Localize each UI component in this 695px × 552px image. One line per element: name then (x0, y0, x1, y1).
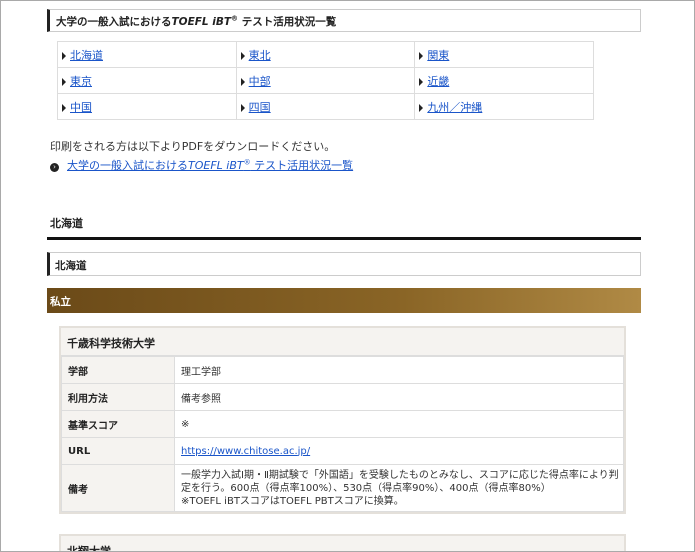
region-cell: 関東 (414, 41, 594, 68)
table-row: 基準スコア ※ (61, 410, 624, 438)
university-url-link[interactable]: https://www.chitose.ac.jp/ (181, 446, 310, 457)
table-row: URL https://www.chitose.ac.jp/ (61, 437, 624, 465)
arrow-right-icon (419, 51, 424, 60)
table-row: 学部 理工学部 (61, 356, 624, 384)
pdf-link-suffix: テスト活用状況一覧 (250, 159, 354, 172)
region-link-shikoku[interactable]: 四国 (249, 101, 271, 114)
region-link-chubu[interactable]: 中部 (249, 75, 271, 88)
university-card: 北翔大学 (59, 534, 626, 551)
row-value: ※ (174, 410, 624, 438)
arrow-right-icon (62, 51, 66, 60)
row-key: 学部 (61, 356, 175, 384)
arrow-right-icon (240, 77, 245, 86)
region-cell: 中部 (235, 67, 416, 94)
print-note: 印刷をされる方は以下よりPDFをダウンロードください。 (50, 140, 336, 153)
university-card: 千歳科学技術大学 学部 理工学部 利用方法 備考参照 基準スコア ※ URL h… (59, 326, 626, 514)
pdf-link-reg-mark: ® (243, 158, 251, 167)
page-title: 大学の一般入試におけるTOEFL iBT® テスト活用状況一覧 (47, 9, 641, 32)
region-cell: 近畿 (414, 67, 594, 94)
remarks-note: ※TOEFL iBTスコアはTOEFL PBTスコアに換算。 (181, 495, 404, 507)
region-cell: 北海道 (57, 41, 237, 68)
title-reg-mark: ® (231, 14, 239, 23)
row-key: 基準スコア (61, 410, 175, 438)
arrow-right-icon (62, 103, 66, 112)
subsection-heading: 北海道 (47, 252, 641, 276)
arrow-right-icon (62, 77, 66, 86)
title-brand: TOEFL iBT (171, 16, 232, 28)
row-key: 備考 (61, 464, 175, 512)
pdf-download-row: › 大学の一般入試におけるTOEFL iBT® テスト活用状況一覧 (50, 157, 641, 173)
table-row: 備考 一般学力入試Ⅰ期・Ⅱ期試験で「外国語」を受験したものとみなし、スコアに応じ… (61, 464, 624, 512)
region-link-chugoku[interactable]: 中国 (70, 101, 92, 114)
row-value: 備考参照 (174, 383, 624, 411)
university-name: 千歳科学技術大学 (61, 328, 624, 356)
region-cell: 東北 (235, 41, 416, 68)
pdf-download-link[interactable]: 大学の一般入試におけるTOEFL iBT® テスト活用状況一覧 (67, 158, 354, 172)
title-prefix: 大学の一般入試における (56, 16, 172, 28)
row-value: https://www.chitose.ac.jp/ (174, 437, 624, 465)
remarks-text: 一般学力入試Ⅰ期・Ⅱ期試験で「外国語」を受験したものとみなし、スコアに応じた得点… (181, 469, 619, 494)
pdf-link-brand: TOEFL iBT (188, 159, 244, 172)
category-band: 私立 (47, 288, 641, 313)
region-cell: 四国 (235, 93, 416, 120)
circle-arrow-right-icon: › (50, 163, 59, 172)
university-name: 北翔大学 (61, 536, 624, 551)
arrow-right-icon (240, 51, 245, 60)
row-value: 理工学部 (174, 356, 624, 384)
region-cell: 中国 (57, 93, 237, 120)
arrow-right-icon (240, 103, 245, 112)
main-content: 大学の一般入試におけるTOEFL iBT® テスト活用状況一覧 北海道 東北 関… (47, 1, 641, 551)
university-info-table: 学部 理工学部 利用方法 備考参照 基準スコア ※ URL https://ww… (61, 356, 624, 512)
region-cell: 東京 (57, 67, 237, 94)
title-suffix: テスト活用状況一覧 (238, 16, 337, 28)
page-frame: 大学の一般入試におけるTOEFL iBT® テスト活用状況一覧 北海道 東北 関… (0, 0, 695, 552)
region-nav-table: 北海道 東北 関東 東京 中部 近畿 中国 四国 九州／沖縄 (57, 41, 594, 120)
section-heading: 北海道 (47, 215, 641, 240)
arrow-right-icon (419, 103, 424, 112)
table-row: 利用方法 備考参照 (61, 383, 624, 411)
region-link-tohoku[interactable]: 東北 (249, 49, 271, 62)
row-key: URL (61, 437, 175, 465)
region-link-kyushu-okinawa[interactable]: 九州／沖縄 (427, 101, 482, 114)
arrow-right-icon (419, 77, 424, 86)
region-link-hokkaido[interactable]: 北海道 (70, 49, 103, 62)
pdf-link-prefix: 大学の一般入試における (67, 159, 188, 172)
region-cell: 九州／沖縄 (414, 93, 594, 120)
region-link-kinki[interactable]: 近畿 (427, 75, 449, 88)
row-value: 一般学力入試Ⅰ期・Ⅱ期試験で「外国語」を受験したものとみなし、スコアに応じた得点… (174, 464, 624, 512)
region-link-tokyo[interactable]: 東京 (70, 75, 92, 88)
region-link-kanto[interactable]: 関東 (427, 49, 449, 62)
row-key: 利用方法 (61, 383, 175, 411)
